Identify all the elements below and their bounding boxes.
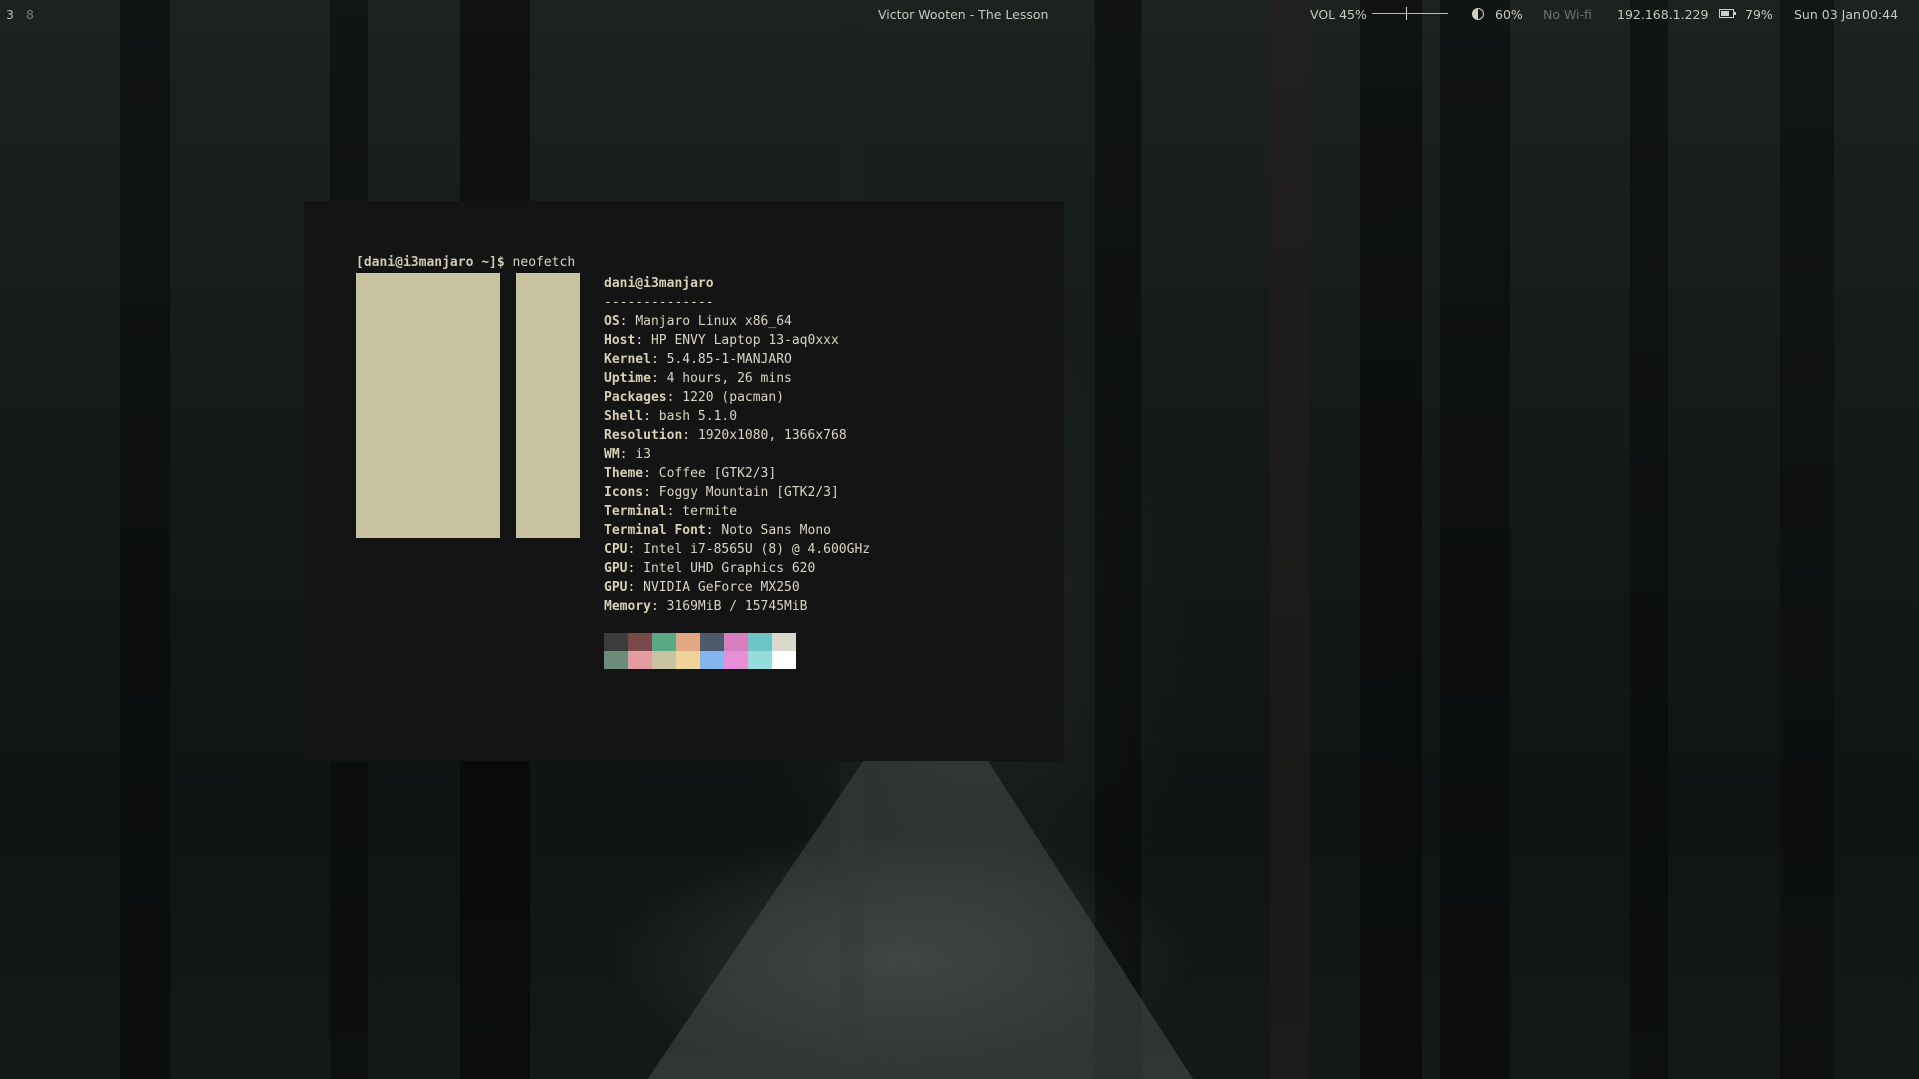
palette-swatch [724, 651, 748, 669]
palette-swatch [604, 633, 628, 651]
brightness-label[interactable]: 60% [1495, 7, 1523, 22]
info-row-os: OS: Manjaro Linux x86_64 [604, 314, 792, 329]
palette-swatch [628, 651, 652, 669]
palette-swatch [772, 633, 796, 651]
battery-icon [1719, 9, 1736, 18]
shell-prompt: [dani@i3manjaro ~]$ [356, 255, 505, 270]
wifi-status[interactable]: No Wi-fi [1543, 7, 1592, 22]
palette-swatch [700, 633, 724, 651]
color-palette [604, 633, 796, 669]
palette-swatch [772, 651, 796, 669]
info-row-host: Host: HP ENVY Laptop 13-aq0xxx [604, 333, 839, 348]
user-host: dani@i3manjaro [604, 276, 714, 291]
palette-swatch [604, 651, 628, 669]
palette-swatch [628, 633, 652, 651]
palette-swatch [724, 633, 748, 651]
ip-address: 192.168.1.229 [1617, 7, 1709, 22]
workspace-3[interactable]: 3 [6, 7, 14, 22]
palette-row-normal [604, 633, 796, 651]
manjaro-logo-block-2 [436, 368, 500, 538]
info-row-memory: Memory: 3169MiB / 15745MiB [604, 599, 808, 614]
info-row-resolution: Resolution: 1920x1080, 1366x768 [604, 428, 847, 443]
info-row-cpu: CPU: Intel i7-8565U (8) @ 4.600GHz [604, 542, 871, 557]
volume-slider-knob[interactable] [1406, 7, 1407, 20]
date-label[interactable]: Sun 03 Jan [1794, 7, 1861, 22]
clock[interactable]: 00:44 [1862, 7, 1898, 22]
info-row-kernel: Kernel: 5.4.85-1-MANJARO [604, 352, 792, 367]
palette-swatch [700, 651, 724, 669]
desktop: 3 8 Victor Wooten - The Lesson VOL 45% 6… [0, 0, 1919, 1079]
separator: -------------- [604, 295, 714, 310]
workspace-8[interactable]: 8 [26, 7, 34, 22]
palette-swatch [748, 633, 772, 651]
palette-swatch [676, 651, 700, 669]
info-row-gpu-2: GPU: NVIDIA GeForce MX250 [604, 580, 800, 595]
info-row-shell: Shell: bash 5.1.0 [604, 409, 738, 424]
battery-label: 79% [1745, 7, 1773, 22]
manjaro-logo-block-top [356, 273, 500, 349]
volume-slider[interactable] [1372, 13, 1448, 14]
manjaro-logo-block-3 [516, 273, 580, 538]
now-playing[interactable]: Victor Wooten - The Lesson [878, 7, 1048, 22]
info-row-uptime: Uptime: 4 hours, 26 mins [604, 371, 792, 386]
brightness-icon [1472, 8, 1484, 20]
shell-prompt-line: [dani@i3manjaro ~]$ neofetch [356, 255, 575, 270]
palette-row-bright [604, 651, 796, 669]
volume-label[interactable]: VOL 45% [1310, 7, 1367, 22]
terminal-window[interactable]: [dani@i3manjaro ~]$ neofetch dani@i3manj… [304, 201, 1064, 761]
palette-swatch [748, 651, 772, 669]
info-row-terminal: Terminal: termite [604, 504, 738, 519]
info-row-theme: Theme: Coffee [GTK2/3] [604, 466, 777, 481]
status-bar: 3 8 Victor Wooten - The Lesson VOL 45% 6… [0, 0, 1919, 28]
info-row-wm: WM: i3 [604, 447, 651, 462]
info-row-terminal-font: Terminal Font: Noto Sans Mono [604, 523, 831, 538]
info-row-packages: Packages: 1220 (pacman) [604, 390, 785, 405]
info-row-icons: Icons: Foggy Mountain [GTK2/3] [604, 485, 839, 500]
palette-swatch [676, 633, 700, 651]
system-info: dani@i3manjaro -------------- OS: Manjar… [604, 274, 870, 616]
info-row-gpu-1: GPU: Intel UHD Graphics 620 [604, 561, 816, 576]
palette-swatch [652, 633, 676, 651]
palette-swatch [652, 651, 676, 669]
shell-command: neofetch [512, 255, 576, 270]
